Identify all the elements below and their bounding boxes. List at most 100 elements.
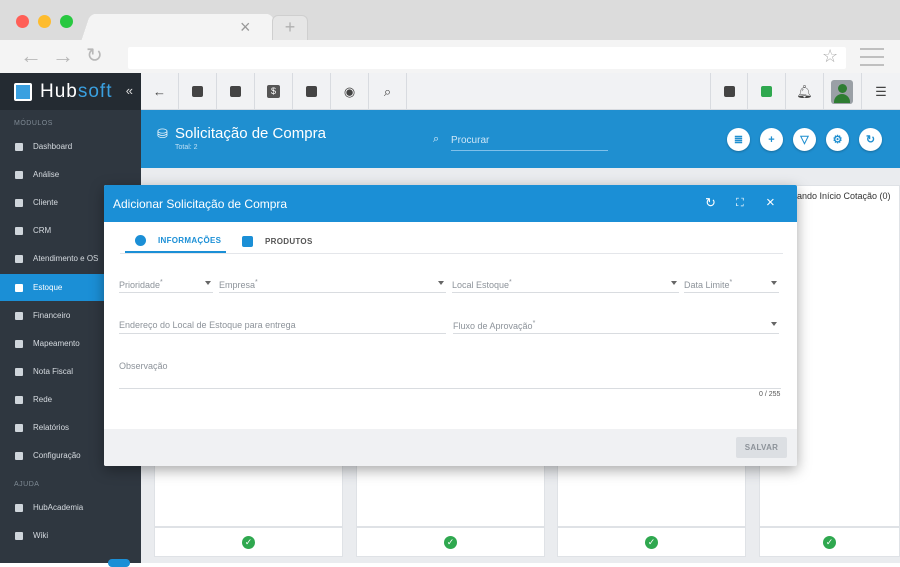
sidebar-item-label: Atendimento e OS xyxy=(33,254,99,263)
forward-arrow-icon[interactable]: → xyxy=(52,44,74,68)
dialog-header: Adicionar Solicitação de Compra ↻ ⛶ × xyxy=(104,185,797,222)
sidebar-item-hubacademia[interactable]: HubAcademia xyxy=(0,494,141,521)
dropdown-arrow-icon xyxy=(771,281,777,285)
sidebar-item-label: Dashboard xyxy=(33,142,73,151)
app-toolbar: ← $ ◉ ⌕ 🔔︎ ☰ xyxy=(141,73,900,110)
check-circle-icon[interactable]: ✓ xyxy=(645,535,658,549)
field-label: Observação xyxy=(119,361,168,371)
data-limite-field[interactable]: Data Limite* xyxy=(684,275,779,293)
refresh-icon[interactable]: ↻ xyxy=(705,195,716,211)
check-circle-icon[interactable]: ✓ xyxy=(444,535,457,549)
field-label: Fluxo de Aprovação xyxy=(453,321,533,331)
sidebar-badge xyxy=(108,559,130,567)
refresh-button[interactable]: ↻ xyxy=(859,128,882,151)
search-input[interactable] xyxy=(451,131,608,151)
toolbar-chat-button[interactable] xyxy=(748,73,786,110)
sidebar-section-modules: MÓDULOS xyxy=(14,120,53,127)
box-icon xyxy=(15,283,23,292)
logo: Hubsoft « xyxy=(0,73,141,110)
dollar-icon: $ xyxy=(267,85,280,98)
contact-card-icon xyxy=(15,198,23,207)
prioridade-select[interactable]: Prioridade* xyxy=(119,275,213,293)
search-icon: ⌕ xyxy=(433,133,440,145)
info-icon xyxy=(135,234,146,246)
chat-check-icon xyxy=(761,86,772,97)
address-bar[interactable] xyxy=(128,47,846,69)
toolbar-terminal-button[interactable] xyxy=(293,73,331,110)
report-icon xyxy=(15,423,23,432)
add-button[interactable]: + xyxy=(760,128,783,151)
sidebar-item-label: Estoque xyxy=(33,283,63,292)
toolbar-client-button[interactable] xyxy=(179,73,217,110)
calendar-clock-icon xyxy=(230,86,241,97)
tab-informacoes[interactable]: INFORMAÇÕES xyxy=(125,229,226,253)
toolbar-search-button[interactable]: ⌕ xyxy=(369,73,407,110)
add-purchase-request-dialog: Adicionar Solicitação de Compra ↻ ⛶ × IN… xyxy=(104,185,797,466)
browser-menu-icon[interactable] xyxy=(860,48,884,72)
toolbar-back-button[interactable]: ← xyxy=(141,73,179,110)
money-icon xyxy=(15,311,23,320)
plus-circle-icon: + xyxy=(768,133,775,146)
check-circle-icon[interactable]: ✓ xyxy=(823,535,836,549)
minimize-window-dot[interactable] xyxy=(38,15,51,28)
sidebar-item-label: Nota Fiscal xyxy=(33,367,74,376)
sidebar-item-label: Financeiro xyxy=(33,311,71,320)
column-footer: ✓ xyxy=(154,527,343,557)
dashboard-icon xyxy=(15,142,23,151)
fullscreen-icon[interactable]: ⛶ xyxy=(736,195,744,211)
empresa-select[interactable]: Empresa* xyxy=(219,275,446,293)
reload-icon[interactable]: ↻ xyxy=(86,44,103,68)
required-mark: * xyxy=(160,279,163,286)
toolbar-view-button[interactable]: ◉ xyxy=(331,73,369,110)
gear-icon: ⚙ xyxy=(832,134,843,146)
required-mark: * xyxy=(255,279,258,286)
close-window-dot[interactable] xyxy=(16,15,29,28)
toolbar-calendar-button[interactable] xyxy=(217,73,255,110)
sidebar-item-wiki[interactable]: Wiki xyxy=(0,522,141,549)
arrow-left-icon: ← xyxy=(153,84,166,99)
sidebar-item-label: Cliente xyxy=(33,198,58,207)
column-footer: ✓ xyxy=(557,527,746,557)
browser-tab[interactable] xyxy=(81,13,281,42)
filter-button[interactable]: ▽ xyxy=(793,128,816,151)
toolbar-notifications-button[interactable]: 🔔︎ xyxy=(786,73,824,110)
logo-text-main: Hub xyxy=(40,80,78,102)
observacao-textarea[interactable]: Observação xyxy=(119,357,781,389)
sidebar-item-label: Análise xyxy=(33,170,60,179)
list-view-button[interactable]: ≣ xyxy=(727,128,750,151)
column-header: ando Início Cotação (0) xyxy=(797,191,891,201)
sidebar-item-label: Wiki xyxy=(33,531,49,540)
endereco-input[interactable]: Endereço do Local de Estoque para entreg… xyxy=(119,316,446,334)
page-total: Total: 2 xyxy=(175,144,198,151)
sidebar-item-an-lise[interactable]: Análise xyxy=(0,161,141,188)
check-circle-icon[interactable]: ✓ xyxy=(242,535,255,549)
local-estoque-select[interactable]: Local Estoque* xyxy=(452,275,679,293)
settings-button[interactable]: ⚙ xyxy=(826,128,849,151)
new-tab-icon[interactable]: + xyxy=(272,15,308,40)
field-label: Data Limite xyxy=(684,280,730,290)
sidebar-section-help: AJUDA xyxy=(14,481,40,488)
sidebar-item-label: Mapeamento xyxy=(33,339,80,348)
fluxo-aprovacao-select[interactable]: Fluxo de Aprovação* xyxy=(453,316,779,334)
required-mark: * xyxy=(509,279,512,286)
search-icon: ⌕ xyxy=(383,83,392,99)
tab-produtos[interactable]: PRODUTOS xyxy=(242,229,322,253)
bookmark-star-icon[interactable]: ☆ xyxy=(822,46,838,67)
save-button[interactable]: SALVAR xyxy=(736,437,787,458)
sidebar-item-dashboard[interactable]: Dashboard xyxy=(0,133,141,160)
field-label: Local Estoque xyxy=(452,280,510,290)
field-label: Endereço do Local de Estoque para entreg… xyxy=(119,320,296,330)
play-icon xyxy=(15,503,23,512)
toolbar-list-button[interactable]: ☰ xyxy=(862,73,900,110)
close-icon[interactable]: × xyxy=(766,195,775,211)
tab-close-icon[interactable]: × xyxy=(240,18,251,36)
toolbar-finance-button[interactable]: $ xyxy=(255,73,293,110)
list-icon: ☰ xyxy=(875,83,887,99)
back-arrow-icon[interactable]: ← xyxy=(20,44,42,68)
collapse-sidebar-icon[interactable]: « xyxy=(126,83,133,98)
toolbar-pdf-button[interactable] xyxy=(710,73,748,110)
eye-icon: ◉ xyxy=(343,83,356,99)
maximize-window-dot[interactable] xyxy=(60,15,73,28)
wiki-icon xyxy=(15,531,23,540)
char-counter: 0 / 255 xyxy=(759,391,781,398)
